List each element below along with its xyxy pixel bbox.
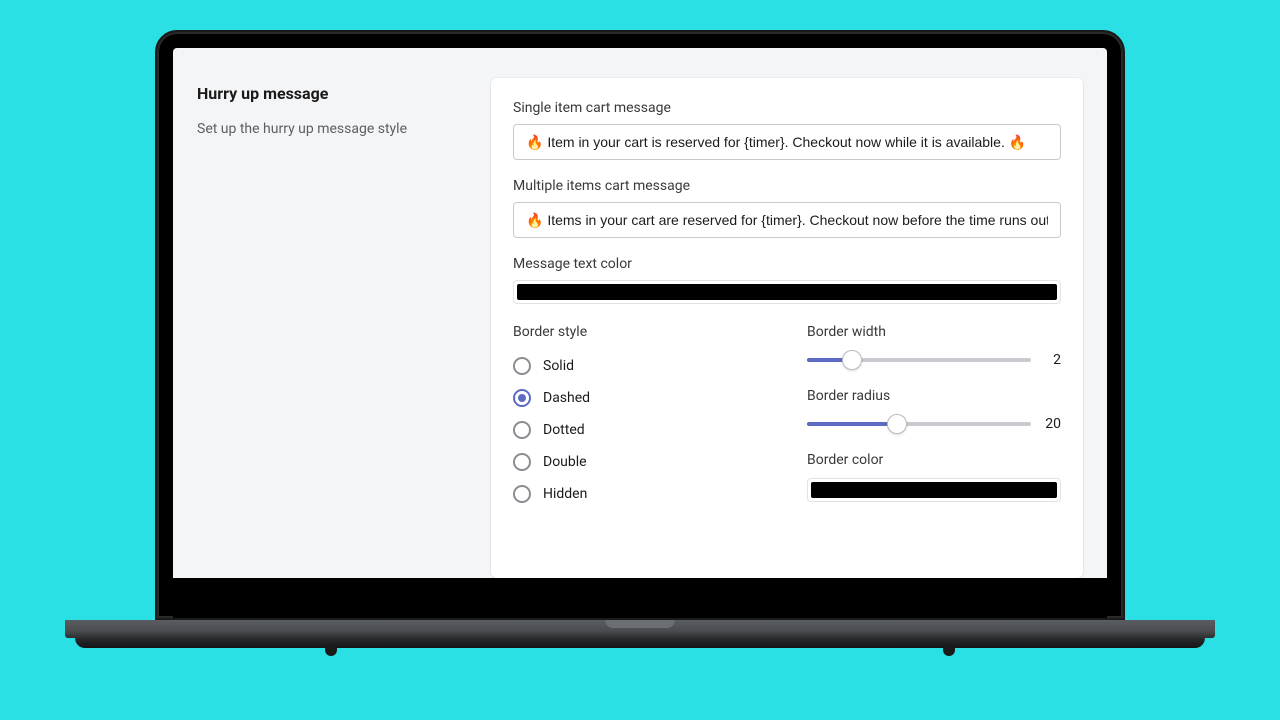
border-style-label: Border style bbox=[513, 324, 767, 340]
field-single-item: Single item cart message bbox=[513, 100, 1061, 160]
border-radius-slider[interactable] bbox=[807, 414, 1031, 434]
section-description: Set up the hurry up message style bbox=[197, 121, 467, 137]
radio-hidden-label: Hidden bbox=[543, 486, 587, 502]
text-color-swatch bbox=[517, 284, 1057, 300]
radio-dashed-label: Dashed bbox=[543, 390, 590, 406]
border-width-slider[interactable] bbox=[807, 350, 1031, 370]
radio-double-label: Double bbox=[543, 454, 587, 470]
border-radius-row: 20 bbox=[807, 414, 1061, 434]
section-title: Hurry up message bbox=[197, 84, 467, 103]
laptop-mockup: Hurry up message Set up the hurry up mes… bbox=[155, 30, 1125, 650]
border-color-input[interactable] bbox=[807, 478, 1061, 502]
field-multi-item: Multiple items cart message bbox=[513, 178, 1061, 238]
single-item-input[interactable] bbox=[513, 124, 1061, 160]
laptop-base bbox=[65, 620, 1215, 650]
field-text-color: Message text color bbox=[513, 256, 1061, 304]
radio-icon bbox=[513, 421, 531, 439]
single-item-label: Single item cart message bbox=[513, 100, 1061, 116]
border-numeric-col: Border width 2 Border radius 20 Border c… bbox=[807, 324, 1061, 510]
radio-icon bbox=[513, 485, 531, 503]
border-width-row: 2 bbox=[807, 350, 1061, 370]
radio-hidden[interactable]: Hidden bbox=[513, 478, 767, 510]
screen: Hurry up message Set up the hurry up mes… bbox=[173, 48, 1107, 578]
border-radius-value: 20 bbox=[1043, 416, 1061, 432]
radio-dotted-label: Dotted bbox=[543, 422, 585, 438]
border-style-col: Border style Solid Dashed bbox=[513, 324, 767, 510]
settings-card: Single item cart message Multiple items … bbox=[491, 78, 1083, 578]
border-color-swatch bbox=[811, 482, 1057, 498]
radio-icon bbox=[513, 389, 531, 407]
radio-solid-label: Solid bbox=[543, 358, 574, 374]
bottom-bezel bbox=[173, 578, 1107, 618]
multi-item-input[interactable] bbox=[513, 202, 1061, 238]
radio-icon bbox=[513, 357, 531, 375]
border-width-value: 2 bbox=[1043, 352, 1061, 368]
radio-solid[interactable]: Solid bbox=[513, 350, 767, 382]
radio-double[interactable]: Double bbox=[513, 446, 767, 478]
radio-dashed[interactable]: Dashed bbox=[513, 382, 767, 414]
border-width-label: Border width bbox=[807, 324, 1061, 340]
border-radius-label: Border radius bbox=[807, 388, 1061, 404]
section-header: Hurry up message Set up the hurry up mes… bbox=[197, 78, 467, 578]
text-color-input[interactable] bbox=[513, 280, 1061, 304]
radio-icon bbox=[513, 453, 531, 471]
screen-bezel: Hurry up message Set up the hurry up mes… bbox=[155, 30, 1125, 620]
radio-dotted[interactable]: Dotted bbox=[513, 414, 767, 446]
border-color-label: Border color bbox=[807, 452, 1061, 468]
border-settings: Border style Solid Dashed bbox=[513, 324, 1061, 510]
text-color-label: Message text color bbox=[513, 256, 1061, 272]
multi-item-label: Multiple items cart message bbox=[513, 178, 1061, 194]
settings-section: Hurry up message Set up the hurry up mes… bbox=[173, 48, 1107, 578]
